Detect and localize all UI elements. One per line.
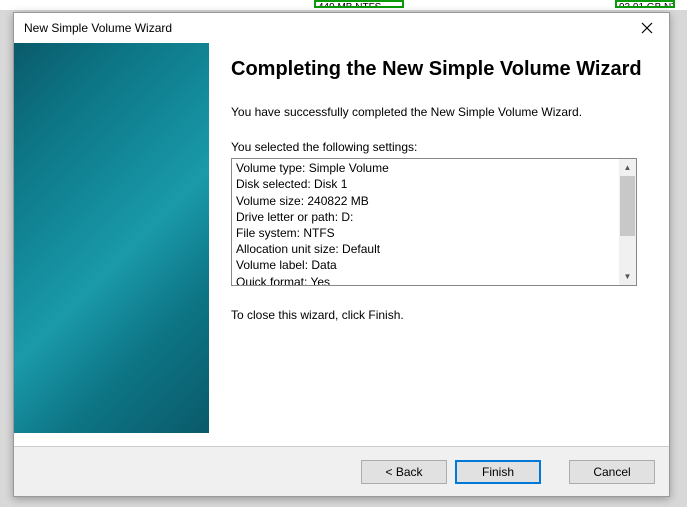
settings-content: Volume type: Simple Volume Disk selected… — [232, 159, 619, 285]
window-title: New Simple Volume Wizard — [24, 21, 172, 35]
bg-partition-fragment: 93.01 GB NT — [615, 0, 675, 8]
wizard-side-graphic — [14, 43, 209, 433]
closing-instruction: To close this wizard, click Finish. — [231, 308, 649, 322]
scroll-up-icon[interactable]: ▲ — [619, 159, 636, 176]
scroll-thumb[interactable] — [620, 176, 635, 236]
close-button[interactable] — [624, 13, 669, 43]
wizard-dialog: New Simple Volume Wizard Completing the … — [13, 12, 670, 497]
scroll-down-icon[interactable]: ▼ — [619, 268, 636, 285]
settings-label: You selected the following settings: — [231, 140, 649, 154]
wizard-heading: Completing the New Simple Volume Wizard — [231, 57, 649, 82]
finish-button[interactable]: Finish — [455, 460, 541, 484]
close-icon — [641, 22, 653, 34]
bg-partition-fragment: 449 MB NTFS — [314, 0, 404, 8]
cancel-button[interactable]: Cancel — [569, 460, 655, 484]
scrollbar[interactable]: ▲ ▼ — [619, 159, 636, 285]
settings-list: Volume type: Simple Volume Disk selected… — [231, 158, 637, 286]
wizard-description: You have successfully completed the New … — [231, 104, 649, 120]
button-bar: < Back Finish Cancel — [14, 446, 669, 496]
back-button[interactable]: < Back — [361, 460, 447, 484]
titlebar: New Simple Volume Wizard — [14, 13, 669, 43]
